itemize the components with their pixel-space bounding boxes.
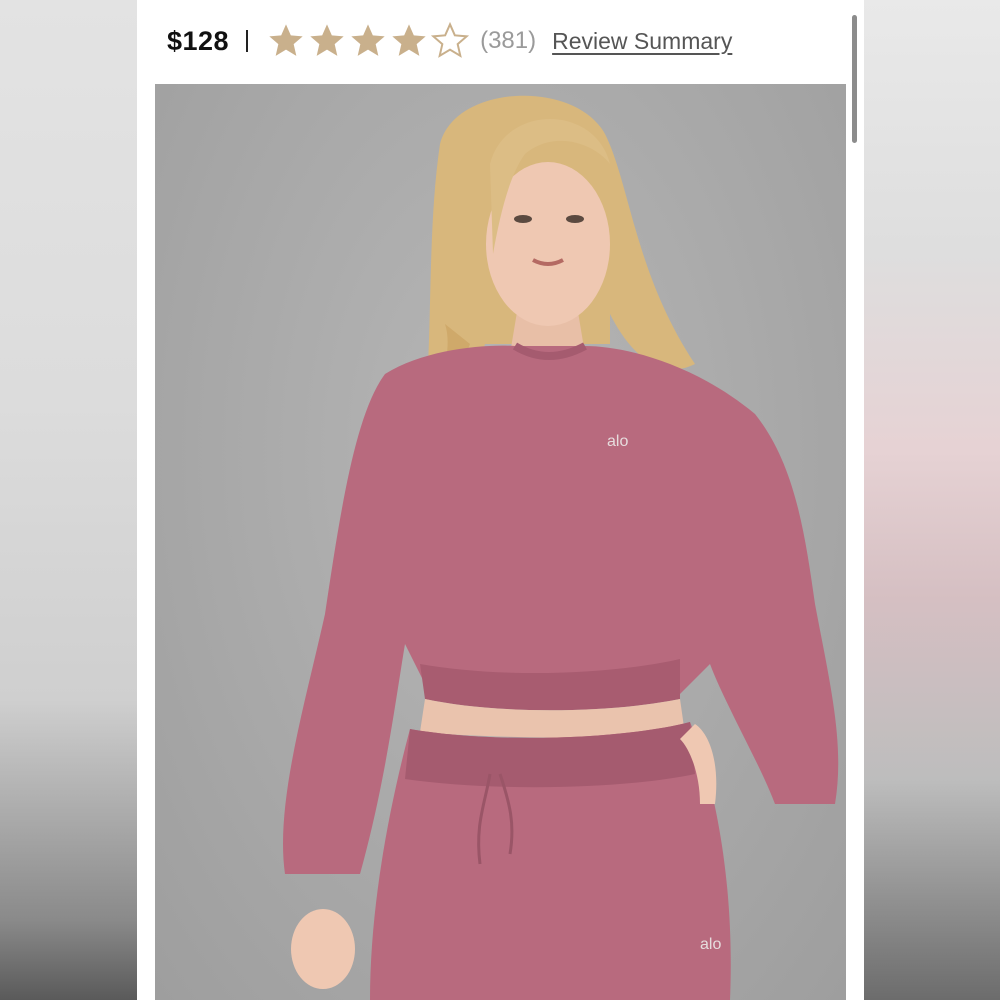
background-left-blur: [0, 0, 137, 1000]
star-full-icon: [351, 24, 385, 56]
sweatshirt-logo: alo: [607, 433, 628, 450]
star-full-icon: [392, 24, 426, 56]
scrollbar[interactable]: [852, 15, 857, 143]
product-image[interactable]: alo alo: [155, 84, 846, 1000]
product-price: $128: [167, 25, 230, 56]
divider: [246, 30, 249, 52]
model-illustration: alo alo: [283, 95, 839, 1000]
background-right-blur: [864, 0, 1000, 1000]
review-count[interactable]: (381): [480, 27, 536, 55]
product-page: $128 (381) Review Summary alo alo: [137, 0, 864, 1000]
rating-stars[interactable]: [266, 21, 471, 61]
shorts-logo: alo: [700, 936, 721, 953]
star-full-icon: [269, 24, 303, 56]
star-empty-icon: [430, 21, 470, 58]
review-summary-link[interactable]: Review Summary: [552, 28, 732, 55]
star-full-icon: [310, 24, 344, 56]
price-rating-bar: $128 (381) Review Summary: [137, 0, 864, 82]
